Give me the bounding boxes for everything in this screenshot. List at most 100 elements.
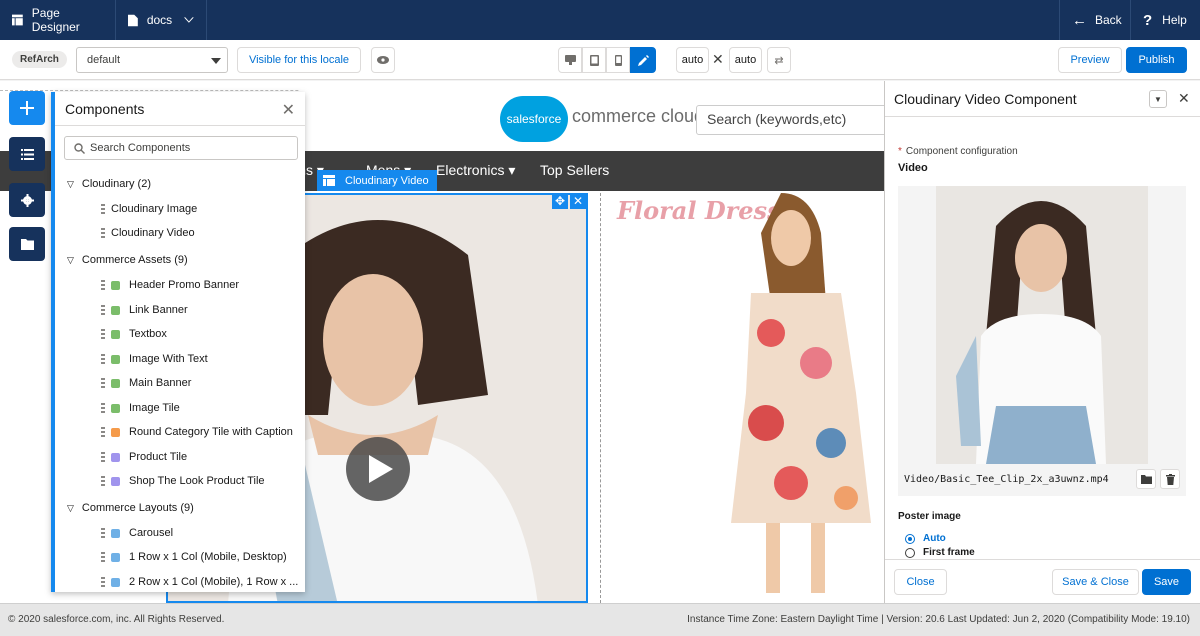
floral-dress-model-image bbox=[731, 193, 871, 593]
back-button[interactable]: ← Back bbox=[1059, 0, 1130, 40]
radio-selected-icon bbox=[905, 533, 915, 544]
asset-icon bbox=[111, 403, 120, 413]
preview-toggle-eye-icon[interactable] bbox=[371, 47, 395, 73]
radio-empty-icon bbox=[905, 547, 915, 558]
component-search-placeholder: Search Components bbox=[90, 142, 191, 154]
add-component-button[interactable] bbox=[9, 91, 45, 125]
nav-item-top-sellers[interactable]: Top Sellers bbox=[540, 162, 609, 178]
poster-option-label: Auto bbox=[923, 533, 946, 544]
tree-item-cloudinary-video[interactable]: Cloudinary Video bbox=[101, 227, 195, 239]
site-pill: RefArch bbox=[12, 51, 67, 68]
desktop-view-icon[interactable] bbox=[558, 47, 582, 73]
tree-item-product-tile[interactable]: Product Tile bbox=[101, 451, 187, 463]
app-name: Page Designer bbox=[31, 6, 80, 34]
height-input[interactable]: auto bbox=[729, 47, 762, 73]
locale-select[interactable]: default bbox=[76, 47, 228, 73]
nav-item-electronics[interactable]: Electronics ▾ bbox=[436, 162, 515, 179]
tree-item-2row-1col[interactable]: 2 Row x 1 Col (Mobile), 1 Row x ... bbox=[101, 576, 298, 588]
component-tree-button[interactable] bbox=[9, 137, 45, 171]
selected-component-name: Cloudinary Video bbox=[345, 174, 429, 187]
video-preview-image bbox=[936, 186, 1148, 464]
close-icon[interactable]: ✕ bbox=[282, 100, 295, 120]
gear-icon bbox=[20, 193, 34, 207]
save-button[interactable]: Save bbox=[1142, 569, 1191, 595]
poster-option-auto[interactable]: Auto bbox=[905, 533, 946, 544]
storefront-search-input[interactable]: Search (keywords,etc) bbox=[696, 105, 884, 135]
tree-group-commerce-layouts[interactable]: ▽ Commerce Layouts (9) bbox=[67, 502, 194, 514]
layout-icon bbox=[111, 528, 120, 538]
asset-icon bbox=[111, 354, 120, 364]
drag-handle-icon[interactable] bbox=[101, 403, 105, 413]
publish-button[interactable]: Publish bbox=[1126, 47, 1187, 73]
config-label-text: Component configuration bbox=[905, 146, 1018, 157]
delete-trash-icon[interactable] bbox=[1160, 469, 1180, 489]
help-button[interactable]: ? Help bbox=[1130, 0, 1200, 40]
drag-handle-icon[interactable] bbox=[101, 577, 105, 587]
move-handle-icon[interactable]: ✥ bbox=[552, 193, 568, 209]
remove-component-icon[interactable]: ✕ bbox=[570, 193, 586, 209]
group-label: Commerce Assets (9) bbox=[81, 254, 188, 266]
library-button[interactable] bbox=[9, 227, 45, 261]
tree-item-1row-1col[interactable]: 1 Row x 1 Col (Mobile, Desktop) bbox=[101, 551, 287, 563]
visibility-button[interactable]: Visible for this locale bbox=[237, 47, 361, 73]
browse-folder-icon[interactable] bbox=[1136, 469, 1156, 489]
poster-option-first-frame[interactable]: First frame bbox=[905, 547, 975, 558]
mobile-view-icon[interactable] bbox=[606, 47, 630, 73]
tree-item-carousel[interactable]: Carousel bbox=[101, 527, 173, 539]
preview-button[interactable]: Preview bbox=[1058, 47, 1122, 73]
close-button[interactable]: Close bbox=[894, 569, 947, 595]
top-bar: Page Designer docs ← Back ? Help bbox=[0, 0, 1200, 40]
drag-handle-icon[interactable] bbox=[101, 552, 105, 562]
swap-dimensions-icon[interactable]: ⇄ bbox=[767, 47, 791, 73]
tree-item-image-tile[interactable]: Image Tile bbox=[101, 402, 180, 414]
component-config-panel: Cloudinary Video Component ▼ ✕ * Componen… bbox=[884, 81, 1200, 603]
width-input[interactable]: auto bbox=[676, 47, 709, 73]
drag-handle-icon[interactable] bbox=[101, 452, 105, 462]
page-settings-button[interactable] bbox=[9, 183, 45, 217]
drag-handle-icon[interactable] bbox=[101, 378, 105, 388]
drag-handle-icon[interactable] bbox=[101, 305, 105, 315]
poster-option-label: First frame bbox=[923, 547, 975, 558]
tree-item-label: Product Tile bbox=[129, 451, 188, 463]
arrow-left-icon: ← bbox=[1072, 11, 1087, 29]
page-designer-icon bbox=[12, 14, 23, 26]
tree-item-cloudinary-image[interactable]: Cloudinary Image bbox=[101, 203, 197, 215]
drag-handle-icon[interactable] bbox=[101, 228, 105, 238]
tree-group-commerce-assets[interactable]: ▽ Commerce Assets (9) bbox=[67, 254, 188, 266]
save-close-button[interactable]: Save & Close bbox=[1052, 569, 1139, 595]
component-search-input[interactable]: Search Components bbox=[64, 136, 298, 160]
tree-item-header-promo-banner[interactable]: Header Promo Banner bbox=[101, 279, 239, 291]
tree-item-label: Textbox bbox=[129, 328, 167, 340]
tree-item-main-banner[interactable]: Main Banner bbox=[101, 377, 191, 389]
app-menu[interactable]: Page Designer bbox=[0, 0, 116, 40]
product-promo-region[interactable]: Floral Dress bbox=[600, 193, 884, 603]
drag-handle-icon[interactable] bbox=[101, 204, 105, 214]
drag-handle-icon[interactable] bbox=[101, 528, 105, 538]
drag-handle-icon[interactable] bbox=[101, 427, 105, 437]
asset-icon bbox=[111, 452, 120, 462]
tree-item-label: Round Category Tile with Caption bbox=[129, 426, 293, 438]
drag-handle-icon[interactable] bbox=[101, 476, 105, 486]
tree-item-link-banner[interactable]: Link Banner bbox=[101, 304, 188, 316]
drag-handle-icon[interactable] bbox=[101, 329, 105, 339]
locale-value: default bbox=[87, 54, 121, 66]
drag-handle-icon[interactable] bbox=[101, 280, 105, 290]
edit-mode-pencil-icon[interactable] bbox=[630, 47, 656, 73]
chevron-down-icon: ▽ bbox=[67, 502, 74, 513]
selected-component-label[interactable]: Cloudinary Video bbox=[317, 170, 437, 191]
tree-item-image-with-text[interactable]: Image With Text bbox=[101, 353, 208, 365]
tree-item-shop-the-look[interactable]: Shop The Look Product Tile bbox=[101, 475, 265, 487]
site-switcher[interactable]: docs bbox=[116, 0, 207, 40]
close-icon[interactable]: ✕ bbox=[1178, 90, 1190, 107]
list-icon bbox=[20, 148, 34, 160]
tree-item-textbox[interactable]: Textbox bbox=[101, 328, 167, 340]
tablet-view-icon[interactable] bbox=[582, 47, 606, 73]
drag-handle-icon[interactable] bbox=[101, 354, 105, 364]
tree-group-cloudinary[interactable]: ▽ Cloudinary (2) bbox=[67, 178, 151, 190]
tree-item-label: 2 Row x 1 Col (Mobile), 1 Row x ... bbox=[129, 576, 299, 588]
asset-icon bbox=[111, 329, 120, 339]
panel-menu-chevron-icon[interactable]: ▼ bbox=[1149, 90, 1167, 108]
tree-item-label: Link Banner bbox=[129, 304, 188, 316]
components-panel: Components ✕ Search Components ▽ Cloudin… bbox=[51, 92, 305, 592]
tree-item-round-category-tile[interactable]: Round Category Tile with Caption bbox=[101, 426, 293, 438]
